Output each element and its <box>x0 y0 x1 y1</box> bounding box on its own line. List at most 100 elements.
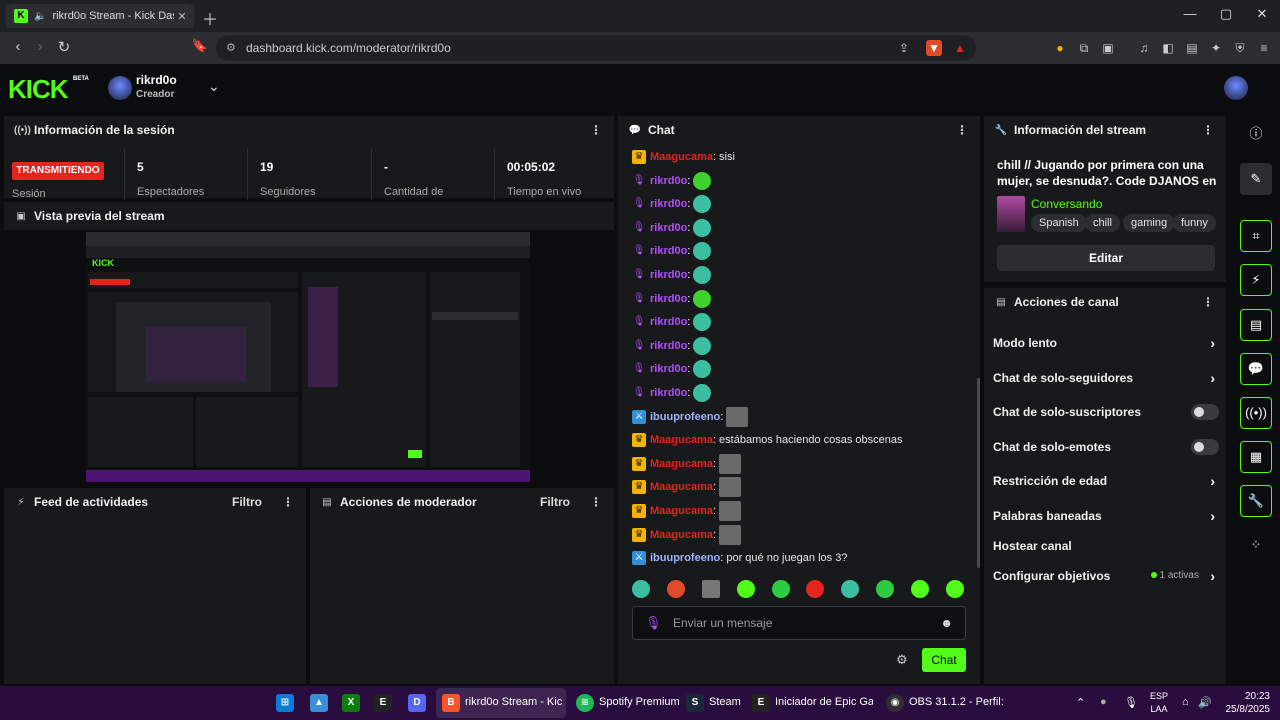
stream-preview-video[interactable]: KICK <box>86 232 530 482</box>
chat-username[interactable]: rikrd0o <box>650 340 687 352</box>
chat-emote[interactable] <box>726 407 749 427</box>
chat-message[interactable]: ⚔ ibuuprofeeno: <box>632 407 749 427</box>
chat-emote[interactable] <box>693 384 712 402</box>
chat-menu-icon[interactable]: ⋮ <box>956 123 968 137</box>
chat-message[interactable]: 🎙 rikrd0o: <box>632 241 712 261</box>
tag-funny[interactable]: funny <box>1173 214 1216 232</box>
chat-message[interactable]: 🎙 rikrd0o: <box>632 194 712 214</box>
session-menu-icon[interactable]: ⋮ <box>590 123 602 137</box>
chat-username[interactable]: Maagucama <box>650 434 713 446</box>
channel-avatar[interactable] <box>108 76 132 100</box>
chat-message[interactable]: ♛ Maagucama: estábamos haciendo cosas obsc… <box>632 430 903 450</box>
subscribers-only-toggle[interactable] <box>1191 404 1219 420</box>
chat-emote[interactable] <box>719 477 742 497</box>
sidebar-icon[interactable]: ◧ <box>1160 40 1176 56</box>
chat-message[interactable]: 🎙 rikrd0o: <box>632 289 712 309</box>
chat-username[interactable]: rikrd0o <box>650 293 687 305</box>
tray-app-icon[interactable]: ● <box>1100 696 1107 708</box>
user-avatar[interactable] <box>1224 76 1248 100</box>
tag-gaming[interactable]: gaming <box>1123 214 1176 232</box>
microphone-icon[interactable]: 🎙 <box>1124 696 1138 709</box>
emote-button[interactable] <box>806 580 825 598</box>
leo-ai-icon[interactable]: ✦ <box>1208 40 1224 56</box>
steam-icon[interactable]: S <box>686 694 704 712</box>
chat-message[interactable]: ♛ Maagucama: <box>632 477 742 497</box>
modactions-filter-button[interactable]: Filtro <box>540 495 570 509</box>
chat-message[interactable]: 🎙 rikrd0o: <box>632 359 712 379</box>
chat-emote[interactable] <box>693 219 712 237</box>
chat-message[interactable]: 🎙 rikrd0o: <box>632 336 712 356</box>
chat-emote[interactable] <box>693 290 712 308</box>
windows-start-icon[interactable]: ⊞ <box>276 694 294 712</box>
bookmark-icon[interactable]: 🔖 <box>190 38 210 54</box>
maximize-icon[interactable]: ▢ <box>1216 6 1236 22</box>
chat-username[interactable]: Maagucama <box>650 505 713 517</box>
chat-username[interactable]: rikrd0o <box>650 245 687 257</box>
action-followers-only[interactable]: Chat de solo-seguidores › <box>993 370 1219 386</box>
spotify-icon[interactable]: ≋ <box>576 694 594 712</box>
chat-username[interactable]: Maagucama <box>650 529 713 541</box>
share-icon[interactable]: ⇪ <box>896 40 912 56</box>
minimize-icon[interactable]: — <box>1180 6 1200 21</box>
brave-rewards-icon[interactable]: ▲ <box>952 40 968 56</box>
kick-logo[interactable]: KICK <box>8 74 69 105</box>
emote-button[interactable] <box>841 580 860 598</box>
channel-switcher-chevron-icon[interactable]: ⌄ <box>208 78 220 95</box>
forward-icon[interactable]: › <box>30 38 50 55</box>
chat-message[interactable]: ♛ Maagucama: <box>632 454 742 474</box>
edit-stream-button[interactable]: Editar <box>997 245 1215 271</box>
chat-message-input[interactable]: 🎙 Enviar un mensaje ☻ <box>632 606 966 640</box>
tag-chill[interactable]: chill <box>1085 214 1120 232</box>
tag-spanish[interactable]: Spanish <box>1031 214 1087 232</box>
vpn-icon[interactable]: ⛨ <box>1232 40 1248 56</box>
action-slow-mode[interactable]: Modo lento › <box>993 335 1219 351</box>
volume-icon[interactable]: 🔊 <box>1198 696 1212 709</box>
emote-button[interactable] <box>666 580 685 598</box>
chat-emote[interactable] <box>693 172 712 190</box>
tray-expand-icon[interactable]: ⌃ <box>1076 696 1085 709</box>
action-banned-words[interactable]: Palabras baneadas › <box>993 508 1219 524</box>
chat-emote[interactable] <box>719 501 742 521</box>
obs-icon[interactable]: ◉ <box>886 694 904 712</box>
chat-emote[interactable] <box>693 266 712 284</box>
emote-button[interactable] <box>736 580 755 598</box>
stream-info-menu-icon[interactable]: ⋮ <box>1202 123 1214 137</box>
chat-username[interactable]: rikrd0o <box>650 316 687 328</box>
chat-message[interactable]: 🎙 rikrd0o: <box>632 265 712 285</box>
chat-username[interactable]: Maagucama <box>650 151 713 163</box>
chat-message[interactable]: 🎙 rikrd0o: <box>632 171 712 191</box>
site-info-icon[interactable]: ⚙ <box>226 35 236 61</box>
chat-settings-icon[interactable]: ⚙ <box>896 652 908 668</box>
chat-message[interactable]: ♛ Maagucama: <box>632 525 742 545</box>
photos-icon[interactable]: ▲ <box>310 694 328 712</box>
chat-emote[interactable] <box>693 195 712 213</box>
stream-category[interactable]: Conversando <box>1031 197 1102 211</box>
clip-icon[interactable]: ⌗ <box>1240 220 1272 252</box>
chat-message[interactable]: 🎙 rikrd0o: <box>632 218 712 238</box>
taskbar-app-obs[interactable]: OBS 31.1.2 - Perfil: kickl <box>909 696 1007 708</box>
emoji-picker-icon[interactable]: ☻ <box>940 607 953 639</box>
chat-username[interactable]: Maagucama <box>650 481 713 493</box>
chat-username[interactable]: rikrd0o <box>650 269 687 281</box>
chat-username[interactable]: rikrd0o <box>650 222 687 234</box>
taskbar-app-steam[interactable]: Steam <box>709 696 741 708</box>
chat-username[interactable]: Maagucama <box>650 458 713 470</box>
emote-button[interactable] <box>632 580 650 598</box>
system-clock[interactable]: 20:23 25/8/2025 <box>1220 690 1271 716</box>
emote-button[interactable] <box>945 580 964 598</box>
action-age-restriction[interactable]: Restricción de edad › <box>993 473 1219 489</box>
activity-menu-icon[interactable]: ⋮ <box>282 495 294 509</box>
close-tab-icon[interactable]: ✕ <box>174 10 190 23</box>
language-indicator[interactable]: ESP LAA <box>1148 690 1170 716</box>
layout-icon[interactable]: ▦ <box>1240 441 1272 473</box>
xbox-icon[interactable]: X <box>342 694 360 712</box>
epic-pinned-icon[interactable]: E <box>374 694 392 712</box>
discord-icon[interactable]: D <box>408 694 426 712</box>
emote-button[interactable] <box>771 580 790 598</box>
wallet-icon[interactable]: ▤ <box>1184 40 1200 56</box>
activity-filter-button[interactable]: Filtro <box>232 495 262 509</box>
chat-username[interactable]: rikrd0o <box>650 387 687 399</box>
chat-username[interactable]: rikrd0o <box>650 363 687 375</box>
chat-username[interactable]: ibuuprofeeno <box>650 411 720 423</box>
reload-icon[interactable]: ↻ <box>54 38 74 56</box>
